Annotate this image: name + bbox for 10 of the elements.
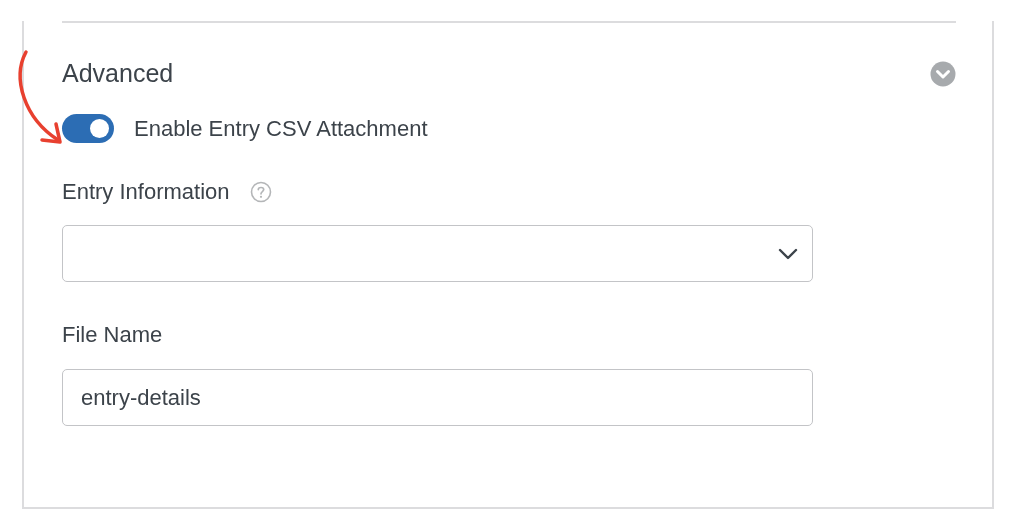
field-label: Entry Information: [62, 179, 230, 205]
caret-icon: [778, 247, 798, 260]
chevron-icon[interactable]: [930, 60, 956, 87]
field-label: File Name: [62, 322, 163, 348]
select-field[interactable]: [62, 225, 813, 282]
help-icon[interactable]: [249, 181, 272, 203]
section-title: Advanced: [62, 59, 174, 88]
toggle-switch[interactable]: [62, 114, 114, 143]
toggle-label: Enable Entry CSV Attachment: [134, 115, 428, 142]
text-field[interactable]: entry-details: [62, 369, 813, 426]
